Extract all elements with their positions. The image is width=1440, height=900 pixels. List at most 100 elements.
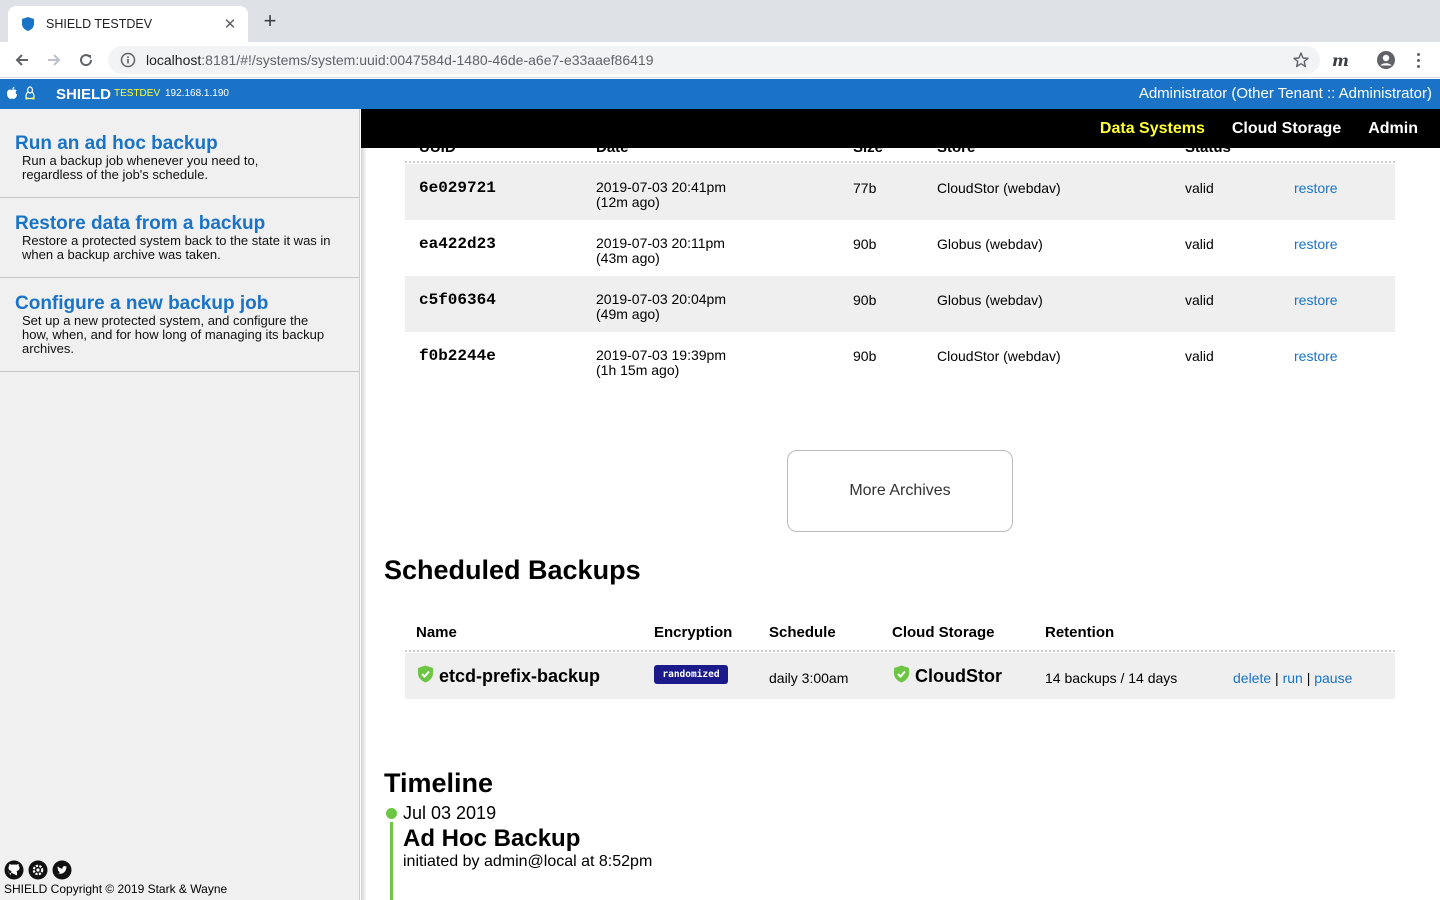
tab-title: SHIELD TESTDEV [46,17,153,31]
archive-date-ago: (1h 15m ago) [596,362,680,378]
close-icon[interactable]: ✕ [222,15,238,33]
more-archives-button[interactable]: More Archives [787,450,1013,532]
archive-size: 77b [853,180,877,196]
sidebar-item-title: Configure a new backup job [15,293,269,314]
sidebar-item-title: Restore data from a backup [15,213,266,234]
archive-row: ea422d23 2019-07-03 20:11pm (43m ago) 90b… [405,220,1395,276]
nav-admin[interactable]: Admin [1368,120,1418,138]
sidebar-item-restore[interactable]: Restore data from a backup Restore a pro… [0,198,359,278]
timeline-line [390,822,393,900]
github-icon[interactable] [4,860,24,880]
check-shield-icon [893,665,910,683]
archive-row: c5f06364 2019-07-03 20:04pm (49m ago) 90b… [405,276,1395,332]
url-path: :8181/#!/systems/system:uuid:0047584d-14… [201,52,654,68]
restore-link[interactable]: restore [1294,348,1338,364]
sidebar-item-adhoc-backup[interactable]: Run an ad hoc backup Run a backup job wh… [0,109,359,198]
sidebar-item-desc: Run a backup job whenever you need to, r… [22,153,259,182]
timeline-date: Jul 03 2019 [403,803,497,823]
pause-link[interactable]: pause [1314,670,1352,686]
job-schedule: daily 3:00am [769,670,849,686]
column-header-status: Status [1185,141,1231,156]
app-header: SHIELD TESTDEV 192.168.1.190 Administrat… [0,79,1440,109]
archive-date-value: 2019-07-03 19:39pm [596,347,726,363]
nav-cloud-storage[interactable]: Cloud Storage [1232,120,1341,138]
archive-store: Globus (webdav) [937,292,1043,308]
sidebar-footer: SHIELD Copyright © 2019 Stark & Wayne [4,860,227,896]
archive-size: 90b [853,348,877,364]
encryption-badge: randomized [654,665,728,684]
archive-date-ago: (12m ago) [596,194,660,210]
sidebar: Run an ad hoc backup Run a backup job wh… [0,109,360,900]
new-tab-button[interactable]: + [258,10,282,34]
column-header-cloud-storage: Cloud Storage [892,624,995,641]
column-header-name: Name [416,624,457,641]
archive-date-value: 2019-07-03 20:04pm [596,291,726,307]
check-shield-icon [417,665,434,683]
shield-icon [20,16,36,32]
timeline-event-desc: initiated by admin@local at 8:52pm [403,853,653,870]
browser-toolbar: localhost:8181/#!/systems/system:uuid:00… [0,42,1440,78]
job-actions: delete | run | pause [1233,670,1352,686]
brand-name[interactable]: SHIELD [56,86,111,103]
forward-icon[interactable] [42,48,66,72]
profile-icon[interactable] [1376,50,1396,70]
job-name[interactable]: etcd-prefix-backup [439,666,600,687]
archive-size: 90b [853,292,877,308]
archive-store: Globus (webdav) [937,236,1043,252]
os-icons [6,86,36,105]
restore-link[interactable]: restore [1294,180,1338,196]
apple-icon [6,86,18,105]
timeline-event-title: Ad Hoc Backup [403,825,581,852]
twitter-icon[interactable] [52,860,72,880]
archive-row: 6e029721 2019-07-03 20:41pm (12m ago) 77b… [405,164,1395,220]
extension-icon[interactable]: m [1332,51,1349,70]
column-header-store: Store [937,141,976,156]
column-header-size: Size [853,141,884,156]
archive-uuid: ea422d23 [419,235,496,253]
archive-date-ago: (43m ago) [596,250,660,266]
timeline-dot [386,808,397,819]
run-link[interactable]: run [1283,670,1303,686]
address-bar[interactable]: localhost:8181/#!/systems/system:uuid:00… [108,46,1320,74]
browser-tabstrip: SHIELD TESTDEV ✕ + [0,0,1440,42]
action-separator: | [1275,670,1279,686]
job-cloud-storage[interactable]: CloudStor [915,666,1002,687]
copyright-text: SHIELD Copyright © 2019 Stark & Wayne [4,882,228,896]
archive-date: 2019-07-03 19:39pm (1h 15m ago) [596,348,726,378]
info-icon[interactable] [120,52,136,68]
gear-icon[interactable] [28,860,48,880]
archive-store: CloudStor (webdav) [937,180,1061,196]
jobs-table-header: Name Encryption Schedule Cloud Storage R… [405,620,1395,652]
user-menu[interactable]: Administrator (Other Tenant :: Administr… [1139,85,1432,102]
archive-date: 2019-07-03 20:41pm (12m ago) [596,180,726,210]
reload-icon[interactable] [74,48,98,72]
archive-date: 2019-07-03 20:04pm (49m ago) [596,292,726,322]
sidebar-item-desc: Set up a new protected system, and confi… [22,313,325,356]
server-ip: 192.168.1.190 [165,88,229,99]
nav-data-systems[interactable]: Data Systems [1100,120,1205,138]
menu-icon[interactable] [1410,50,1426,70]
social-links [4,860,227,880]
job-row: etcd-prefix-backup randomized daily 3:00… [405,653,1395,699]
archive-date-ago: (49m ago) [596,306,660,322]
archive-status: valid [1185,348,1214,364]
restore-link[interactable]: restore [1294,292,1338,308]
archives-table-header: UUID Date Size Store Status [405,141,1395,163]
sidebar-item-desc: Restore a protected system back to the s… [22,233,331,262]
sidebar-shadow [361,109,367,900]
archive-date-value: 2019-07-03 20:41pm [596,179,726,195]
back-icon[interactable] [10,48,34,72]
url-text: localhost:8181/#!/systems/system:uuid:00… [146,52,653,68]
linux-icon [24,86,36,105]
restore-link[interactable]: restore [1294,236,1338,252]
archive-status: valid [1185,236,1214,252]
archive-store: CloudStor (webdav) [937,348,1061,364]
sidebar-item-configure-job[interactable]: Configure a new backup job Set up a new … [0,278,359,372]
delete-link[interactable]: delete [1233,670,1271,686]
column-header-retention: Retention [1045,624,1115,641]
archive-status: valid [1185,180,1214,196]
browser-tab[interactable]: SHIELD TESTDEV ✕ [8,6,248,42]
environment-label: TESTDEV [114,88,161,99]
scheduled-backups-heading: Scheduled Backups [384,555,641,585]
star-icon[interactable] [1292,51,1310,69]
